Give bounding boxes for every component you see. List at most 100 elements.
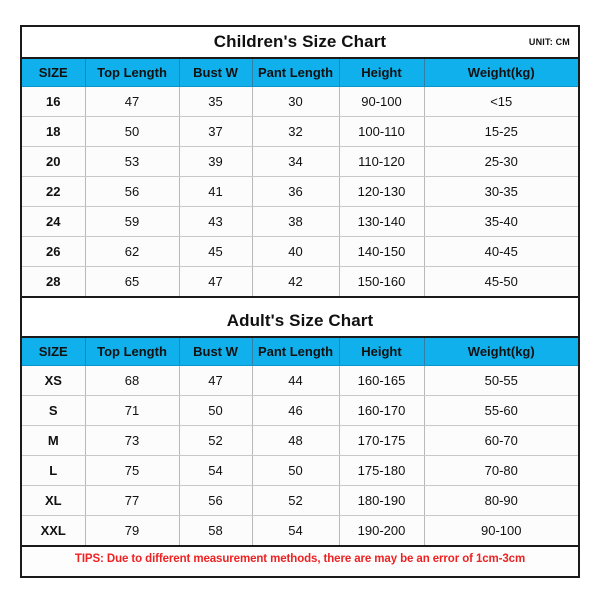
- cell-top-length: 79: [85, 515, 180, 545]
- unit-label: UNIT: CM: [528, 37, 570, 47]
- cell-size: XS: [22, 365, 86, 396]
- cell-top-length: 77: [85, 485, 180, 516]
- cell-size: 24: [22, 206, 86, 237]
- cell-size: M: [22, 425, 86, 456]
- cell-height: 130-140: [339, 206, 425, 237]
- cell-pant-length: 30: [252, 86, 340, 117]
- column-header-top-length: Top Length: [85, 338, 180, 366]
- section-divider: [22, 296, 578, 306]
- cell-top-length: 53: [85, 146, 180, 177]
- cell-size: 20: [22, 146, 86, 177]
- table-row: M 73 52 48 170-175 60-70: [22, 425, 578, 456]
- adult-table-header: SIZE Top Length Bust W Pant Length Heigh…: [22, 338, 578, 366]
- children-chart-title: Children's Size Chart: [213, 32, 387, 51]
- cell-bust-w: 35: [179, 86, 253, 117]
- cell-height: 140-150: [339, 236, 425, 267]
- cell-bust-w: 58: [179, 515, 253, 545]
- cell-top-length: 68: [85, 365, 180, 396]
- column-header-size: SIZE: [22, 338, 86, 366]
- cell-pant-length: 34: [252, 146, 340, 177]
- cell-pant-length: 52: [252, 485, 340, 516]
- cell-weight: <15: [424, 86, 578, 117]
- cell-size: S: [22, 395, 86, 426]
- cell-bust-w: 37: [179, 116, 253, 147]
- cell-height: 170-175: [339, 425, 425, 456]
- table-row: 22 56 41 36 120-130 30-35: [22, 176, 578, 207]
- cell-top-length: 75: [85, 455, 180, 486]
- cell-pant-length: 44: [252, 365, 340, 396]
- tips-text: TIPS: Due to different measurement metho…: [74, 553, 526, 565]
- cell-bust-w: 50: [179, 395, 253, 426]
- cell-weight: 25-30: [424, 146, 578, 177]
- column-header-pant-length: Pant Length: [252, 59, 340, 87]
- cell-pant-length: 46: [252, 395, 340, 426]
- column-header-pant-length: Pant Length: [252, 338, 340, 366]
- cell-bust-w: 47: [179, 266, 253, 296]
- table-header-row: SIZE Top Length Bust W Pant Length Heigh…: [22, 338, 578, 366]
- cell-size: 26: [22, 236, 86, 267]
- cell-height: 190-200: [339, 515, 425, 545]
- cell-bust-w: 56: [179, 485, 253, 516]
- cell-weight: 30-35: [424, 176, 578, 207]
- cell-size: L: [22, 455, 86, 486]
- cell-weight: 70-80: [424, 455, 578, 486]
- cell-size: 16: [22, 86, 86, 117]
- adult-size-chart-section: Adult's Size Chart SIZE Top Length Bust …: [22, 306, 578, 545]
- column-header-bust-w: Bust W: [179, 338, 253, 366]
- cell-size: XL: [22, 485, 86, 516]
- cell-weight: 35-40: [424, 206, 578, 237]
- table-row: XL 77 56 52 180-190 80-90: [22, 485, 578, 516]
- cell-height: 100-110: [339, 116, 425, 147]
- cell-pant-length: 36: [252, 176, 340, 207]
- table-row: 18 50 37 32 100-110 15-25: [22, 116, 578, 147]
- column-header-weight: Weight(kg): [424, 338, 578, 366]
- cell-top-length: 73: [85, 425, 180, 456]
- table-header-row: SIZE Top Length Bust W Pant Length Heigh…: [22, 59, 578, 87]
- cell-weight: 60-70: [424, 425, 578, 456]
- cell-weight: 45-50: [424, 266, 578, 296]
- cell-bust-w: 45: [179, 236, 253, 267]
- adult-chart-title: Adult's Size Chart: [226, 311, 374, 330]
- cell-weight: 50-55: [424, 365, 578, 396]
- children-size-table: SIZE Top Length Bust W Pant Length Heigh…: [22, 59, 578, 296]
- cell-pant-length: 40: [252, 236, 340, 267]
- cell-weight: 80-90: [424, 485, 578, 516]
- cell-top-length: 47: [85, 86, 180, 117]
- cell-pant-length: 48: [252, 425, 340, 456]
- cell-height: 175-180: [339, 455, 425, 486]
- cell-size: 18: [22, 116, 86, 147]
- cell-top-length: 56: [85, 176, 180, 207]
- cell-size: 22: [22, 176, 86, 207]
- column-header-size: SIZE: [22, 59, 86, 87]
- cell-height: 110-120: [339, 146, 425, 177]
- table-row: L 75 54 50 175-180 70-80: [22, 455, 578, 486]
- table-row: XXL 79 58 54 190-200 90-100: [22, 515, 578, 545]
- cell-top-length: 50: [85, 116, 180, 147]
- cell-height: 150-160: [339, 266, 425, 296]
- cell-pant-length: 38: [252, 206, 340, 237]
- column-header-top-length: Top Length: [85, 59, 180, 87]
- cell-height: 180-190: [339, 485, 425, 516]
- cell-weight: 40-45: [424, 236, 578, 267]
- tips-footer: TIPS: Due to different measurement metho…: [22, 545, 578, 571]
- cell-weight: 15-25: [424, 116, 578, 147]
- cell-height: 120-130: [339, 176, 425, 207]
- adult-chart-title-row: Adult's Size Chart: [22, 306, 578, 338]
- cell-pant-length: 32: [252, 116, 340, 147]
- cell-height: 160-165: [339, 365, 425, 396]
- children-table-body: 16 47 35 30 90-100 <15 18 50 37 32 100-1…: [22, 86, 578, 296]
- cell-pant-length: 50: [252, 455, 340, 486]
- table-row: 20 53 39 34 110-120 25-30: [22, 146, 578, 177]
- children-chart-title-row: Children's Size Chart UNIT: CM: [22, 27, 578, 59]
- cell-size: 28: [22, 266, 86, 296]
- cell-bust-w: 52: [179, 425, 253, 456]
- cell-top-length: 71: [85, 395, 180, 426]
- cell-size: XXL: [22, 515, 86, 545]
- table-row: 26 62 45 40 140-150 40-45: [22, 236, 578, 267]
- cell-bust-w: 41: [179, 176, 253, 207]
- column-header-height: Height: [339, 59, 425, 87]
- column-header-height: Height: [339, 338, 425, 366]
- cell-bust-w: 54: [179, 455, 253, 486]
- table-row: 16 47 35 30 90-100 <15: [22, 86, 578, 117]
- column-header-bust-w: Bust W: [179, 59, 253, 87]
